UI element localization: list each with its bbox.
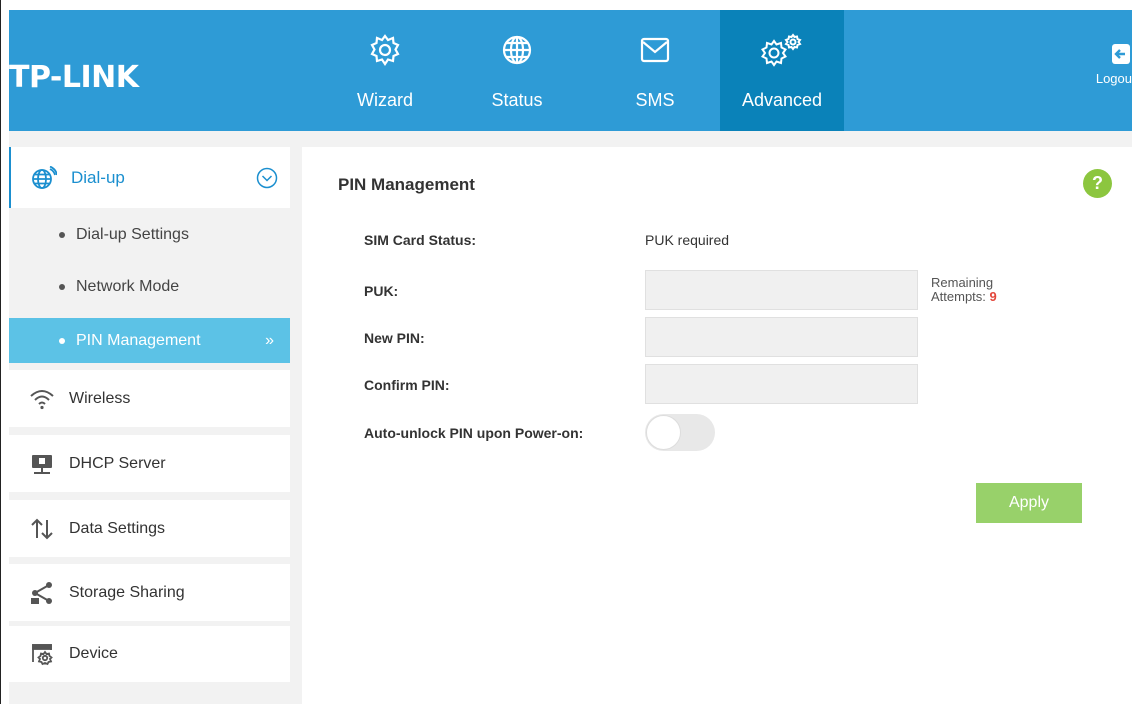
globe-signal-icon <box>31 165 57 191</box>
sidebar-item-dhcp-server[interactable]: DHCP Server <box>9 435 290 492</box>
sidebar-item-label: DHCP Server <box>69 454 166 472</box>
gear-icon <box>368 32 402 68</box>
sidebar-subitem-pin-management[interactable]: PIN Management » <box>9 318 290 363</box>
share-icon <box>29 580 55 606</box>
puk-input[interactable] <box>645 270 918 310</box>
help-icon[interactable]: ? <box>1083 169 1112 198</box>
logout-icon <box>1110 42 1132 69</box>
sidebar-subitem-network-mode[interactable]: Network Mode <box>9 261 290 313</box>
confirm-pin-label: Confirm PIN: <box>364 377 450 393</box>
apply-button[interactable]: Apply <box>976 483 1082 523</box>
nav-sms-label: SMS <box>635 90 675 110</box>
new-pin-input[interactable] <box>645 317 918 357</box>
sidebar-subitem-label: PIN Management <box>76 331 201 349</box>
header: TP-LINK Wizard Status SMS Advanced Logou <box>9 10 1132 131</box>
wifi-icon <box>29 386 55 412</box>
envelope-icon <box>638 32 672 68</box>
sidebar-item-label: Device <box>69 645 118 662</box>
sidebar-subitem-label: Network Mode <box>76 278 180 295</box>
chevron-down-icon[interactable] <box>256 167 278 194</box>
attempts-label: Attempts: <box>931 289 990 304</box>
sidebar-item-dialup[interactable]: Dial-up <box>9 147 290 208</box>
new-pin-label: New PIN: <box>364 330 425 346</box>
sidebar-item-device[interactable]: Device <box>9 626 290 682</box>
server-icon <box>29 451 55 477</box>
nav-sms[interactable]: SMS <box>623 10 687 131</box>
remaining-label: Remaining <box>931 275 994 290</box>
globe-icon <box>500 32 534 68</box>
double-chevron-right-icon: » <box>265 332 274 349</box>
bullet-icon <box>59 337 65 344</box>
sim-status-label: SIM Card Status: <box>364 232 477 248</box>
bullet-icon <box>59 284 65 290</box>
toggle-knob <box>646 415 681 450</box>
sidebar-item-label: Dial-up <box>71 167 125 187</box>
nav-wizard-label: Wizard <box>356 90 413 110</box>
sim-status-value: PUK required <box>645 232 730 248</box>
bullet-icon <box>59 232 65 238</box>
top-strip <box>0 0 1132 10</box>
sidebar-item-label: Wireless <box>69 389 131 407</box>
logout-label: Logou <box>1095 71 1132 86</box>
nav-advanced[interactable]: Advanced <box>720 10 844 131</box>
auto-unlock-toggle[interactable] <box>645 414 715 451</box>
gears-icon <box>758 32 806 68</box>
sidebar-subitem-label: Dial-up Settings <box>76 226 189 243</box>
nav-advanced-label: Advanced <box>741 90 823 110</box>
sidebar-item-label: Storage Sharing <box>69 583 185 601</box>
sidebar-subitem-dialup-settings[interactable]: Dial-up Settings <box>9 209 290 261</box>
remaining-attempts: Remaining Attempts: 9 <box>931 276 997 304</box>
page-title: PIN Management <box>338 175 475 194</box>
attempts-count: 9 <box>989 289 997 304</box>
logout-button[interactable]: Logou <box>1092 42 1132 86</box>
device-settings-icon <box>29 641 55 667</box>
left-edge <box>0 0 9 704</box>
nav-status-label: Status <box>491 90 543 110</box>
sidebar-item-data-settings[interactable]: Data Settings <box>9 500 290 557</box>
confirm-pin-input[interactable] <box>645 364 918 404</box>
puk-label: PUK: <box>364 283 399 299</box>
sidebar-item-wireless[interactable]: Wireless <box>9 370 290 427</box>
nav-wizard[interactable]: Wizard <box>344 10 426 131</box>
up-down-arrows-icon <box>29 516 55 542</box>
nav-status[interactable]: Status <box>480 10 554 131</box>
sidebar-item-storage-sharing[interactable]: Storage Sharing <box>9 564 290 621</box>
auto-unlock-label: Auto-unlock PIN upon Power-on: <box>364 425 584 441</box>
sidebar-item-label: Data Settings <box>69 519 166 537</box>
brand-logo: TP-LINK <box>9 60 139 95</box>
